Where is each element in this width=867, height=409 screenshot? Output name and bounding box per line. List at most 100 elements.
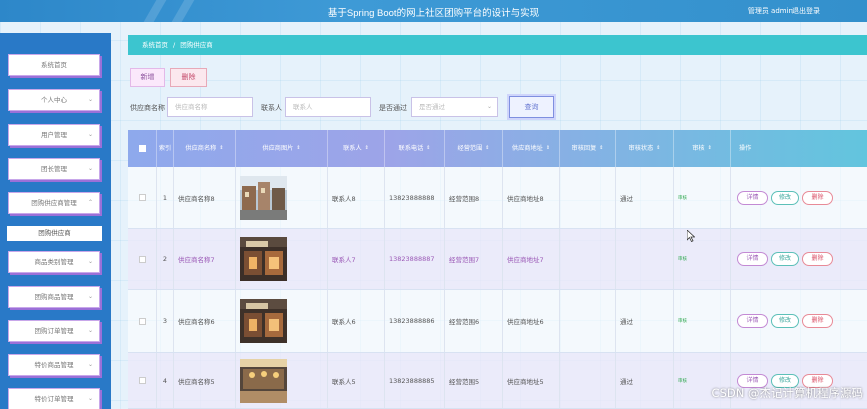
top-header: 基于Spring Boot的网上社区团购平台的设计与实现 管理员 admin 退…	[0, 0, 867, 22]
row-checkbox[interactable]	[138, 194, 146, 201]
sidebar-subitem-supplier[interactable]: 团购供应商	[7, 226, 102, 241]
breadcrumb: 系统首页 / 团购供应商	[128, 35, 867, 55]
supplier-photo[interactable]	[240, 175, 287, 220]
table-row: 1 供应商名称8 联系人8 13823888888 经营范围8 供应商地址8 通…	[128, 167, 867, 229]
row-delete-button[interactable]: 删除	[802, 190, 833, 205]
col-review[interactable]: 审核 ⇕	[674, 130, 731, 167]
row-delete-button[interactable]: 删除	[802, 252, 833, 266]
col-address[interactable]: 供应商地址 ⇕	[503, 130, 560, 167]
sidebar-item-products[interactable]: 团购商品管理 ⌄	[8, 286, 100, 308]
breadcrumb-home[interactable]: 系统首页	[142, 41, 168, 49]
sidebar-item-suppliers[interactable]: 团购供应商管理 ⌃	[8, 192, 100, 214]
cell-contact: 联系人8	[328, 167, 385, 228]
col-reply[interactable]: 审核回复 ⇕	[560, 130, 616, 167]
select-all-cell	[128, 130, 157, 167]
table-row: 2 供应商名称7 联系人7 13823888887 经营范围7 供应商地址7 审…	[128, 229, 867, 290]
approved-filter-select[interactable]: 是否通过 ⌄	[411, 97, 498, 117]
select-all-checkbox[interactable]	[139, 145, 146, 152]
review-link[interactable]: 审核	[678, 318, 687, 324]
col-status[interactable]: 审核状态 ⇕	[616, 130, 674, 167]
chevron-down-icon: ⌄	[87, 395, 93, 402]
cell-index: 3	[157, 290, 174, 352]
edit-button[interactable]: 修改	[771, 190, 799, 205]
sidebar-item-special-products[interactable]: 特价商品管理 ⌄	[8, 354, 100, 376]
cell-address: 供应商地址5	[503, 353, 560, 408]
cell-name: 供应商名称6	[174, 290, 236, 352]
col-scope[interactable]: 经营范围 ⇕	[445, 130, 503, 167]
sidebar-item-users[interactable]: 用户管理 ⌄	[8, 124, 100, 146]
row-checkbox[interactable]	[138, 317, 146, 325]
detail-button[interactable]: 详情	[737, 190, 768, 205]
cell-reply	[560, 290, 616, 352]
cell-contact: 联系人6	[328, 290, 385, 352]
sidebar-item-leaders[interactable]: 团长管理 ⌄	[8, 158, 100, 180]
sort-icon: ⇕	[426, 145, 431, 151]
name-filter-input[interactable]: 供应商名称	[167, 97, 253, 117]
cell-photo	[236, 229, 328, 289]
chevron-down-icon: ⌄	[87, 258, 93, 265]
chevron-down-icon: ⌄	[87, 293, 93, 300]
supplier-photo[interactable]	[240, 237, 287, 281]
review-link[interactable]: 审核	[678, 256, 687, 262]
sort-icon: ⇕	[656, 145, 661, 151]
chevron-down-icon: ⌄	[87, 96, 93, 103]
cell-scope: 经营范围5	[445, 353, 503, 408]
sort-icon: ⇕	[545, 145, 551, 151]
review-link[interactable]: 审核	[678, 378, 687, 384]
cell-review: 审核	[674, 290, 731, 352]
cell-address: 供应商地址6	[503, 290, 560, 352]
col-photo[interactable]: 供应商图片 ⇕	[236, 130, 328, 167]
chevron-down-icon: ⌄	[87, 131, 93, 138]
mouse-cursor-icon	[687, 230, 695, 242]
review-link[interactable]: 审核	[678, 195, 687, 201]
supplier-photo[interactable]	[240, 299, 287, 343]
add-button[interactable]: 新增	[130, 68, 165, 87]
detail-button[interactable]: 详情	[737, 314, 768, 328]
cell-index: 4	[157, 353, 174, 408]
sort-icon: ⇕	[219, 145, 224, 151]
contact-filter-input[interactable]: 联系人	[285, 97, 371, 117]
cell-status	[616, 229, 674, 289]
supplier-photo[interactable]	[240, 358, 287, 403]
cell-reply	[560, 167, 616, 228]
row-select-cell	[128, 167, 157, 228]
logout-link[interactable]: 退出登录	[792, 6, 820, 16]
chevron-down-icon: ⌄	[87, 327, 93, 334]
cell-phone: 13823888885	[385, 353, 445, 408]
breadcrumb-separator: /	[173, 41, 176, 49]
sort-icon: ⇕	[485, 145, 490, 151]
cell-contact: 联系人7	[328, 229, 385, 289]
cell-photo	[236, 290, 328, 352]
chevron-down-icon: ⌄	[87, 165, 93, 172]
sidebar-item-orders[interactable]: 团购订单管理 ⌄	[8, 320, 100, 342]
approved-filter-label: 是否通过	[379, 104, 407, 112]
cell-name: 供应商名称8	[174, 167, 236, 228]
sidebar-item-categories[interactable]: 商品类别管理 ⌄	[8, 251, 100, 273]
sort-icon: ⇕	[707, 145, 712, 151]
chevron-up-icon: ⌃	[87, 199, 93, 206]
sidebar-item-special-orders[interactable]: 特价订单管理 ⌄	[8, 388, 100, 409]
edit-button[interactable]: 修改	[771, 252, 799, 266]
row-checkbox[interactable]	[138, 255, 146, 263]
col-contact[interactable]: 联系人 ⇕	[328, 130, 385, 167]
detail-button[interactable]: 详情	[737, 252, 768, 266]
row-delete-button[interactable]: 删除	[802, 314, 833, 328]
search-button[interactable]: 查询	[509, 96, 554, 118]
cell-scope: 经营范围7	[445, 229, 503, 289]
col-phone[interactable]: 联系电话 ⇕	[385, 130, 445, 167]
row-checkbox[interactable]	[138, 377, 146, 384]
sidebar-item-home[interactable]: 系统首页	[8, 54, 100, 76]
sidebar-item-profile[interactable]: 个人中心 ⌄	[8, 89, 100, 111]
col-name[interactable]: 供应商名称 ⇕	[174, 130, 236, 167]
chevron-down-icon: ⌄	[486, 103, 492, 110]
delete-button[interactable]: 删除	[170, 68, 207, 87]
cell-review: 审核	[674, 167, 731, 228]
cell-contact: 联系人5	[328, 353, 385, 408]
sidebar: 系统首页 个人中心 ⌄ 用户管理 ⌄ 团长管理 ⌄ 团购供应商管理 ⌃ 团购供应商 商品…	[0, 33, 111, 409]
cell-photo	[236, 167, 328, 228]
cell-photo	[236, 353, 328, 408]
edit-button[interactable]: 修改	[771, 314, 799, 328]
cell-phone: 13823888888	[385, 167, 445, 228]
col-actions: 操作	[739, 145, 752, 152]
cell-status: 通过	[616, 353, 674, 408]
